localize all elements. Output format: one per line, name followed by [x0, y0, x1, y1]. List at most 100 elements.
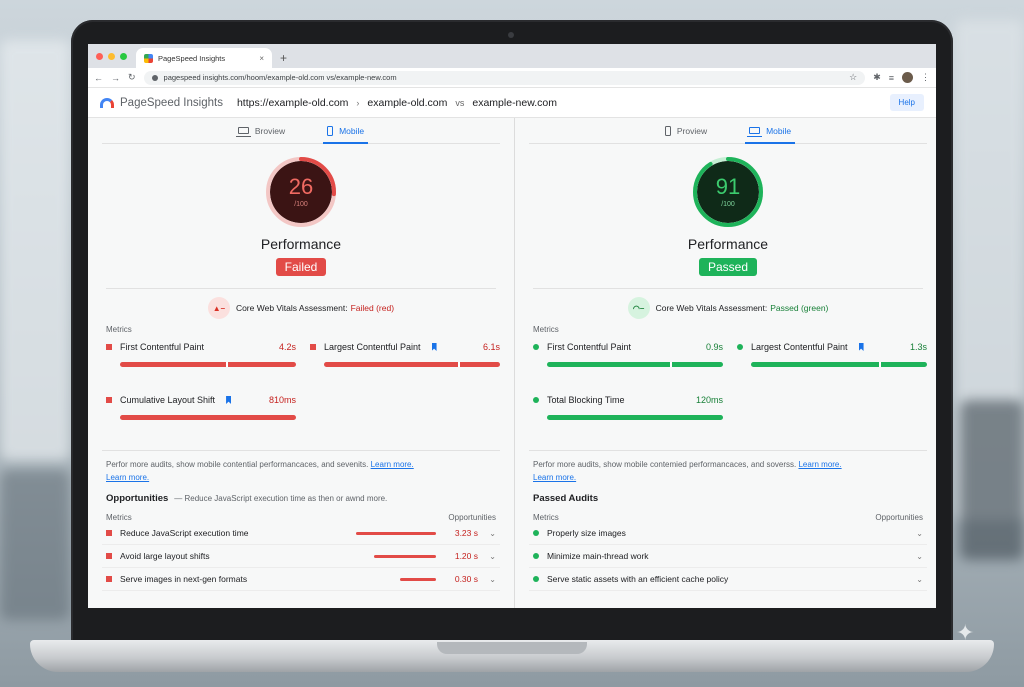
tab-mobile[interactable]: Mobile: [323, 118, 369, 144]
metrics-label: Metrics: [106, 325, 132, 334]
score-max: /100: [721, 201, 735, 208]
audit-row[interactable]: Avoid large layout shifts 1.20 s ⌄: [102, 545, 500, 568]
learn-more-link-2[interactable]: Learn more.: [106, 473, 149, 482]
tab-label: Proview: [676, 125, 708, 136]
pagespeed-logo-icon: [100, 97, 114, 108]
metric-name: Largest Contentful Paint: [751, 342, 848, 352]
audit-row[interactable]: Serve images in next-gen formats 0.30 s …: [102, 568, 500, 591]
help-button[interactable]: Help: [889, 94, 924, 111]
audits-note-text: Perfor more audits, show mobile contenti…: [106, 460, 369, 469]
cwv-label: Core Web Vitals Assessment:: [235, 303, 348, 313]
fail-square-icon: [106, 576, 112, 582]
learn-more-link[interactable]: Learn more.: [371, 460, 414, 469]
window-controls: [96, 53, 127, 60]
metric-tbt[interactable]: Total Blocking Time 120ms: [533, 395, 723, 448]
metric-lcp[interactable]: Largest Contentful Paint 1.3s: [737, 342, 927, 395]
chevron-down-icon[interactable]: ⌄: [486, 529, 496, 538]
chevron-down-icon[interactable]: ⌄: [486, 575, 496, 584]
camera-icon: [508, 32, 514, 38]
score-section: 91 /100 Performance Passed: [529, 144, 927, 276]
column-opportunities: Opportunities: [448, 513, 496, 522]
pass-circle-icon: [533, 344, 539, 350]
audit-name: Properly size images: [547, 528, 626, 538]
bookmark-icon: [226, 396, 232, 404]
pass-circle-icon: [533, 576, 539, 582]
chevron-down-icon[interactable]: ⌄: [913, 552, 923, 561]
reading-list-icon[interactable]: ≡: [889, 73, 894, 83]
mobile-icon: [664, 125, 671, 136]
score-gauge: 26 /100: [265, 156, 337, 228]
metric-bar: [120, 362, 296, 367]
columns-header: Metrics Opportunities: [102, 513, 500, 522]
audit-row[interactable]: Properly size images ⌄: [529, 522, 927, 545]
learn-more-link[interactable]: Learn more.: [798, 460, 841, 469]
extensions-icon[interactable]: ✱: [873, 72, 881, 83]
tab-preview[interactable]: Proview: [661, 118, 711, 143]
metric-fcp[interactable]: First Contentful Paint 0.9s: [533, 342, 723, 395]
metric-value: 4.2s: [278, 342, 296, 352]
metric-name: Cumulative Layout Shift: [120, 395, 216, 405]
minimize-window-button[interactable]: [108, 53, 115, 60]
maximize-window-button[interactable]: [120, 53, 127, 60]
savings-bar: [356, 531, 436, 535]
audit-row[interactable]: Serve static assets with an efficient ca…: [529, 568, 927, 591]
fail-square-icon: [106, 344, 112, 350]
cwv-result: Failed (red): [350, 303, 395, 313]
metric-name: Largest Contentful Paint: [324, 342, 421, 352]
metric-value: 1.3s: [909, 342, 927, 352]
audit-row[interactable]: Reduce JavaScript execution time 3.23 s …: [102, 522, 500, 545]
tab-mobile[interactable]: Mobile: [745, 118, 796, 144]
opportunities-title: Opportunities — Reduce JavaScript execut…: [102, 493, 500, 504]
chevron-right-icon: ›: [356, 97, 360, 108]
metric-bar: [547, 362, 723, 367]
forward-icon[interactable]: →: [111, 73, 120, 83]
url-primary[interactable]: https://example-old.com: [237, 97, 348, 109]
score-value: 26: [288, 174, 314, 199]
app-logo[interactable]: PageSpeed Insights: [100, 97, 223, 109]
divider: [533, 288, 923, 289]
browser-tab[interactable]: PageSpeed Insights ×: [136, 48, 272, 68]
metric-lcp[interactable]: Largest Contentful Paint 6.1s: [310, 342, 500, 395]
back-icon[interactable]: ←: [94, 73, 103, 83]
chevron-down-icon[interactable]: ⌄: [913, 529, 923, 538]
close-tab-icon[interactable]: ×: [259, 54, 264, 63]
metrics-grid: First Contentful Paint 4.2s Largest Cont…: [102, 342, 500, 448]
tab-label: Mobile: [339, 125, 365, 136]
profile-avatar[interactable]: [902, 72, 913, 83]
browser-menu-icon[interactable]: ⋮: [921, 72, 930, 83]
section-title: Opportunities: [106, 493, 169, 504]
browser-tab-title: PageSpeed Insights: [158, 53, 226, 63]
compared-urls: https://example-old.com › example-old.co…: [237, 97, 557, 109]
learn-more-link-2[interactable]: Learn more.: [533, 473, 576, 482]
fail-square-icon: [106, 530, 112, 536]
site-info-icon[interactable]: [151, 74, 158, 81]
metric-fcp[interactable]: First Contentful Paint 4.2s: [106, 342, 296, 395]
audit-row[interactable]: Minimize main-thread work ⌄: [529, 545, 927, 568]
url-old[interactable]: example-old.com: [367, 97, 447, 109]
device-tabs: Proview Mobile: [529, 118, 927, 144]
score-section: 26 /100 Performance Failed: [102, 144, 500, 276]
tab-desktop[interactable]: Broview: [234, 118, 289, 143]
pass-circle-icon: [533, 553, 539, 559]
sparkle-icon: ✦: [956, 620, 975, 645]
close-window-button[interactable]: [96, 53, 103, 60]
reload-icon[interactable]: ↻: [128, 72, 136, 83]
favicon-icon: [144, 53, 153, 63]
url-new[interactable]: example-new.com: [472, 97, 557, 109]
chevron-down-icon[interactable]: ⌄: [486, 552, 496, 561]
app-name: PageSpeed Insights: [120, 96, 223, 109]
new-tab-icon[interactable]: +: [280, 51, 287, 65]
chevron-down-icon[interactable]: ⌄: [913, 575, 923, 584]
metric-name: First Contentful Paint: [120, 342, 205, 352]
bookmark-icon: [431, 343, 437, 351]
audit-name: Serve images in next-gen formats: [120, 574, 248, 584]
mobile-icon: [327, 125, 334, 136]
metric-cls[interactable]: Cumulative Layout Shift 810ms: [106, 395, 296, 448]
address-bar-url: pagespeed insights.com/hoom/example-old.…: [163, 73, 397, 82]
savings-bar: [400, 577, 436, 581]
browser-toolbar: ← → ↻ pagespeed insights.com/hoom/exampl…: [88, 68, 936, 88]
bookmark-star-icon[interactable]: ☆: [849, 72, 857, 83]
address-bar[interactable]: pagespeed insights.com/hoom/example-old.…: [143, 70, 866, 85]
comparison-panels: Broview Mobile 26 /100 Performance Faile…: [88, 118, 936, 608]
audit-value: 0.30 s: [454, 574, 478, 584]
